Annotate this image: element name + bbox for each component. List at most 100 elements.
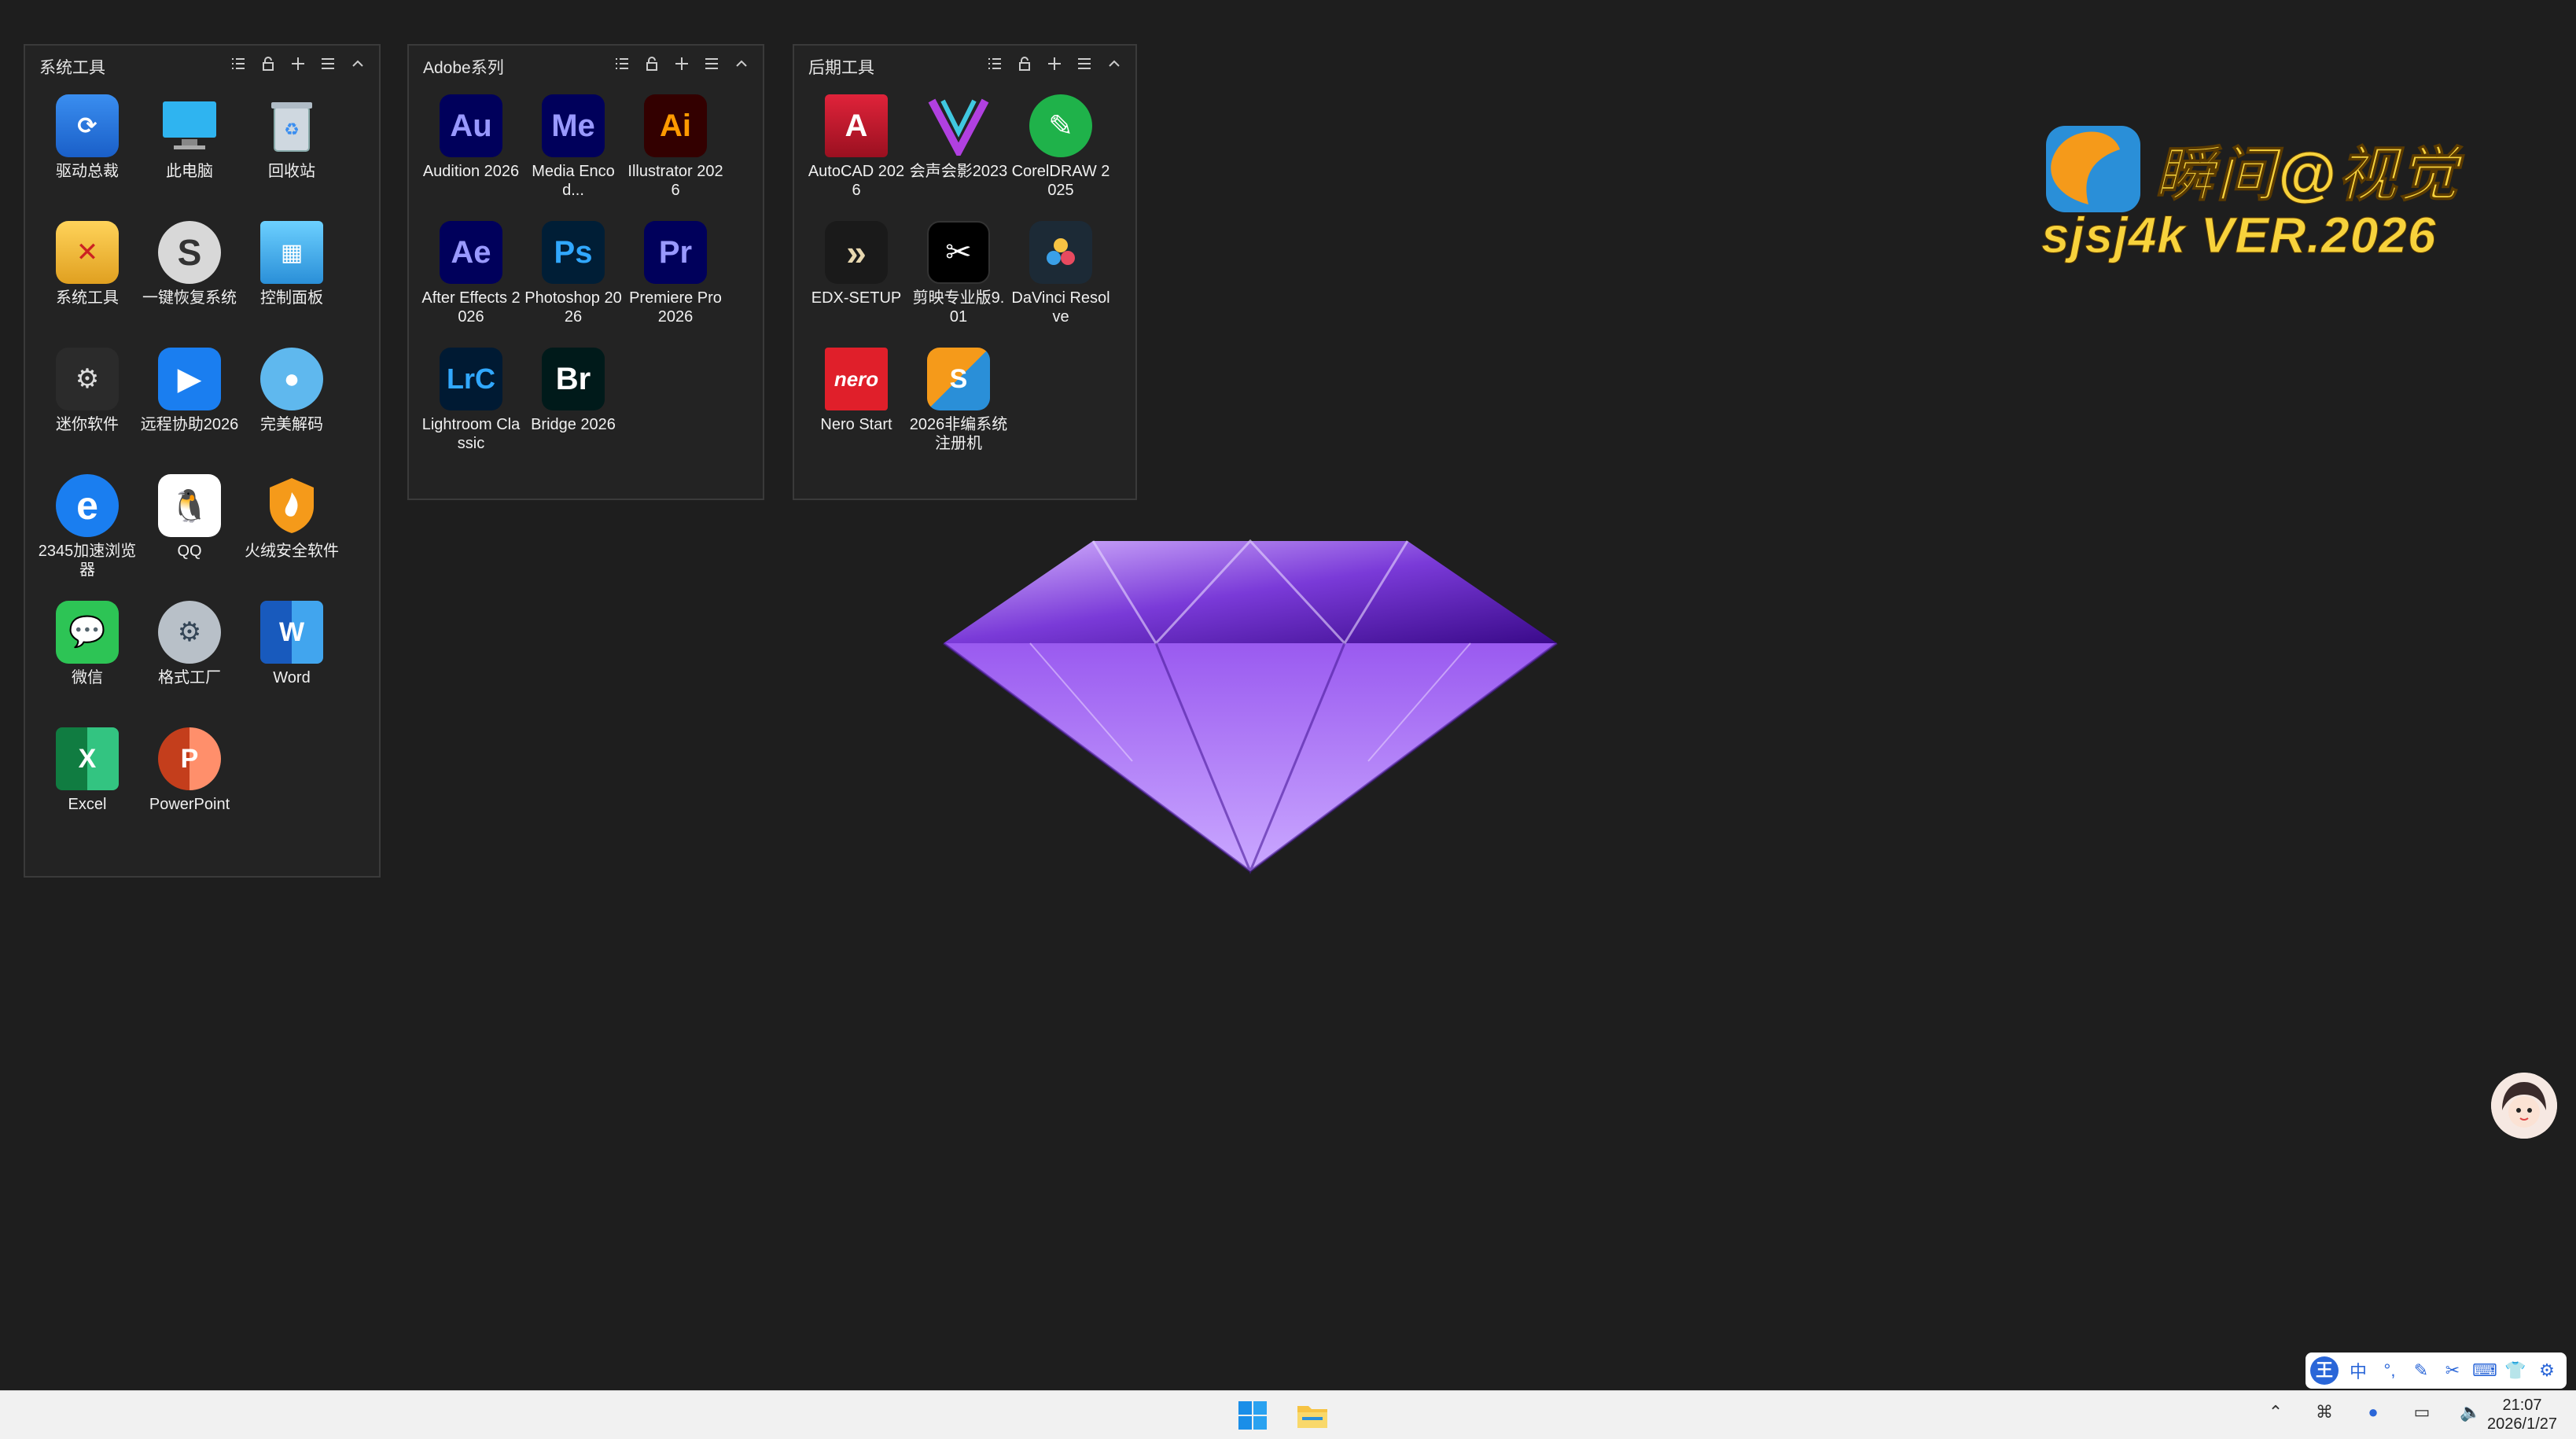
app-label: 火绒安全软件 [245, 543, 339, 560]
desktop-shortcut[interactable]: ⟳ 驱动总裁 [36, 91, 138, 218]
collapse-icon[interactable] [1104, 53, 1124, 74]
ime-logo-icon[interactable]: 王 [2310, 1356, 2339, 1385]
app-label: Nero Start [820, 416, 892, 433]
desktop-shortcut[interactable]: Ai Illustrator 2026 [624, 91, 727, 218]
desktop-shortcut[interactable]: ⚙ 格式工厂 [138, 598, 241, 724]
panel-title: 系统工具 [39, 59, 105, 77]
desktop-shortcut[interactable]: Br Bridge 2026 [522, 344, 624, 471]
ime-language-toggle[interactable]: 中 [2346, 1358, 2370, 1383]
lock-icon[interactable] [258, 53, 278, 74]
driver-tool-icon: ⟳ [56, 94, 119, 157]
volume-icon[interactable]: 🔈 [2460, 1402, 2482, 1424]
add-icon[interactable] [288, 53, 308, 74]
desktop-shortcut[interactable]: S 一键恢复系统 [138, 218, 241, 344]
desktop-shortcut[interactable]: Pr Premiere Pro 2026 [624, 218, 727, 344]
desktop-shortcut[interactable]: ● 完美解码 [241, 344, 343, 471]
desktop-shortcut[interactable]: Au Audition 2026 [420, 91, 522, 218]
ime-keyboard-icon[interactable]: ⌨ [2472, 1360, 2497, 1381]
desktop-shortcut[interactable]: 会声会影2023 [907, 91, 1010, 218]
bridge-icon: Br [542, 348, 605, 410]
app-label: 驱动总裁 [56, 163, 119, 180]
display-icon[interactable]: ▭ [2411, 1402, 2433, 1424]
ime-screenshot-icon[interactable]: ✂ [2441, 1360, 2464, 1381]
keygen-icon: S [927, 348, 990, 410]
network-icon[interactable]: ⌘ [2313, 1402, 2335, 1424]
desktop-shortcut[interactable]: e 2345加速浏览器 [36, 471, 138, 598]
desktop-shortcut[interactable]: ▦ 控制面板 [241, 218, 343, 344]
collapse-icon[interactable] [731, 53, 752, 74]
desktop-shortcut[interactable]: ♻ 回收站 [241, 91, 343, 218]
desktop-shortcut[interactable]: Ae After Effects 2026 [420, 218, 522, 344]
chevron-up-icon[interactable]: ⌃ [2265, 1402, 2287, 1424]
app-label: Word [273, 669, 311, 686]
ime-skin-icon[interactable]: 👕 [2504, 1360, 2527, 1381]
list-view-icon[interactable] [612, 53, 632, 74]
menu-icon[interactable] [318, 53, 338, 74]
desktop-shortcut[interactable]: P PowerPoint [138, 724, 241, 851]
clock-date: 2026/1/27 [2487, 1415, 2557, 1433]
menu-icon[interactable] [701, 53, 722, 74]
word-icon: W [260, 601, 323, 664]
lock-icon[interactable] [1014, 53, 1035, 74]
app-label: Photoshop 2026 [524, 289, 622, 326]
add-icon[interactable] [1044, 53, 1065, 74]
desktop-shortcut[interactable]: W Word [241, 598, 343, 724]
desktop-shortcut[interactable]: DaVinci Resolve [1010, 218, 1112, 344]
app-label: 此电脑 [166, 163, 213, 180]
app-label: 回收站 [268, 163, 315, 180]
desktop-shortcut[interactable]: ⚙ 迷你软件 [36, 344, 138, 471]
app-label: 2026非编系统注册机 [909, 416, 1008, 452]
desktop-shortcut[interactable]: 💬 微信 [36, 598, 138, 724]
nero-icon: nero [825, 348, 888, 410]
app-label: 微信 [72, 669, 103, 686]
system-clock[interactable]: 21:07 2026/1/27 [2487, 1396, 2557, 1433]
lock-icon[interactable] [642, 53, 662, 74]
control-panel-icon: ▦ [260, 221, 323, 284]
app-label: 一键恢复系统 [142, 289, 237, 307]
list-view-icon[interactable] [984, 53, 1005, 74]
app-label: 控制面板 [260, 289, 323, 307]
ime-tray-icon[interactable]: ● [2362, 1402, 2384, 1424]
svg-text:♻: ♻ [284, 120, 300, 139]
panel-title: Adobe系列 [423, 59, 504, 77]
assistant-avatar[interactable] [2491, 1073, 2557, 1139]
panel-toolbar [612, 53, 752, 74]
desktop-shortcut[interactable]: 火绒安全软件 [241, 471, 343, 598]
panel-title: 后期工具 [808, 59, 874, 77]
lightroom-icon: LrC [440, 348, 502, 410]
premiere-icon: Pr [644, 221, 707, 284]
app-label: Lightroom Classic [421, 416, 521, 452]
desktop-shortcut[interactable]: ✕ 系统工具 [36, 218, 138, 344]
list-view-icon[interactable] [228, 53, 248, 74]
desktop-shortcut[interactable]: Me Media Encod... [522, 91, 624, 218]
desktop-shortcut[interactable]: ✎ CorelDRAW 2025 [1010, 91, 1112, 218]
app-label: CorelDRAW 2025 [1011, 163, 1110, 199]
desktop-shortcut[interactable]: ▶ 远程协助2026 [138, 344, 241, 471]
mini-software-icon: ⚙ [56, 348, 119, 410]
fence-panel-system-tools: 系统工具 ⟳ 驱动总裁 此电脑 ♻ 回收站 ✕ 系统工具 S 一键恢复系统 ▦ … [24, 44, 381, 878]
desktop-shortcut[interactable]: ✂ 剪映专业版9.01 [907, 218, 1010, 344]
desktop-shortcut[interactable]: LrC Lightroom Classic [420, 344, 522, 471]
app-label: AutoCAD 2026 [808, 163, 905, 199]
collapse-icon[interactable] [348, 53, 368, 74]
add-icon[interactable] [672, 53, 692, 74]
desktop-shortcut[interactable]: A AutoCAD 2026 [805, 91, 907, 218]
desktop-shortcut[interactable]: 此电脑 [138, 91, 241, 218]
desktop-shortcut[interactable]: » EDX-SETUP [805, 218, 907, 344]
ime-settings-icon[interactable]: ⚙ [2535, 1360, 2559, 1381]
desktop-shortcut[interactable]: Ps Photoshop 2026 [522, 218, 624, 344]
desktop-shortcut[interactable]: S 2026非编系统注册机 [907, 344, 1010, 471]
wechat-icon: 💬 [56, 601, 119, 664]
ime-toolbar: 王 中 °, ✎ ✂ ⌨ 👕 ⚙ [2306, 1353, 2567, 1389]
desktop-shortcut[interactable]: 🐧 QQ [138, 471, 241, 598]
file-explorer-icon[interactable] [1294, 1397, 1330, 1433]
ime-handwrite-icon[interactable]: ✎ [2409, 1360, 2433, 1381]
desktop-shortcut[interactable]: nero Nero Start [805, 344, 907, 471]
app-label: QQ [177, 543, 202, 560]
ime-punctuation-icon[interactable]: °, [2378, 1360, 2401, 1381]
app-label: Excel [68, 796, 107, 813]
start-button[interactable] [1235, 1397, 1271, 1433]
menu-icon[interactable] [1074, 53, 1095, 74]
desktop-shortcut[interactable]: X Excel [36, 724, 138, 851]
format-factory-icon: ⚙ [158, 601, 221, 664]
